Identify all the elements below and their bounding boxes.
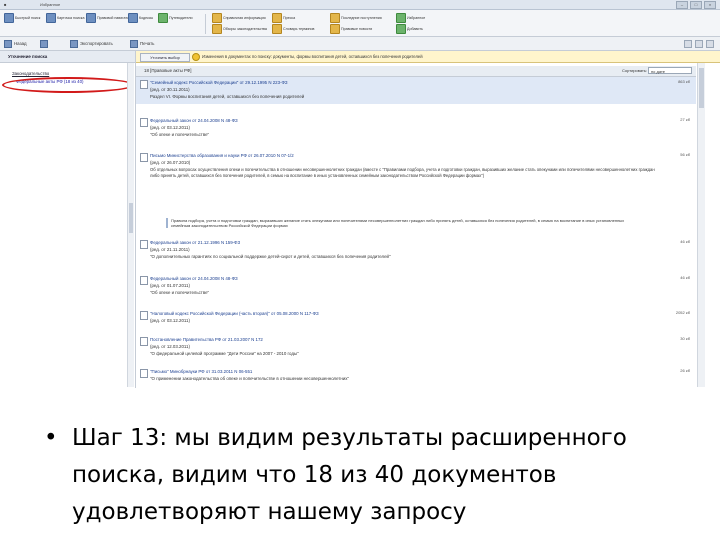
minimize-button[interactable]: – xyxy=(676,1,688,9)
search-icon xyxy=(4,13,14,23)
document-icon xyxy=(140,240,148,249)
refine-choice-button[interactable]: Уточнить выбор xyxy=(140,53,190,62)
tab-favorites[interactable]: Избранное xyxy=(40,2,60,7)
dictionary-icon xyxy=(272,24,282,34)
list-item[interactable]: "Письмо" Минобрнауки РФ от 31.03.2011 N … xyxy=(136,366,696,387)
scroll-thumb[interactable] xyxy=(699,68,704,108)
document-icon xyxy=(140,337,148,346)
navigation-toolbar: Назад Экспортировать Печать xyxy=(0,37,720,51)
caption-text: Шаг 13: мы видим результаты расширенного… xyxy=(72,425,627,525)
app-screenshot: ■ Избранное – □ × Быстрый поиск Карточка… xyxy=(0,0,720,388)
quick-search-button[interactable]: Быстрый поиск xyxy=(4,13,40,23)
forward-button[interactable] xyxy=(40,39,48,48)
list-item[interactable]: Федеральный закон от 21.12.1996 N 159-ФЗ… xyxy=(136,237,696,265)
add-button[interactable]: Добавить xyxy=(396,24,423,34)
latest-button[interactable]: Последние поступления xyxy=(330,13,382,23)
dictionary-button[interactable]: Словарь терминов xyxy=(272,24,314,34)
home-icon[interactable]: ■ xyxy=(4,2,6,7)
forward-arrow-icon xyxy=(40,39,48,48)
guides-button[interactable]: Путеводители xyxy=(158,13,192,23)
document-icon xyxy=(140,153,148,162)
document-icon xyxy=(140,276,148,285)
banner-text: Изменения в документах по поиску: докуме… xyxy=(202,54,423,59)
list-item[interactable]: "Семейный кодекс Российской Федерации" о… xyxy=(136,77,696,104)
help-icon[interactable] xyxy=(684,40,692,48)
list-title: 18 [Правовые акты РФ] xyxy=(144,68,192,73)
press-icon xyxy=(272,13,282,23)
info-banner: Уточнить выбор Изменения в документах по… xyxy=(136,51,720,63)
ribbon-toolbar: Быстрый поиск Карточка поиска Правовой н… xyxy=(0,10,720,37)
scroll-thumb[interactable] xyxy=(129,203,133,233)
left-scrollbar[interactable] xyxy=(127,63,134,387)
refine-search-panel: Уточнение поиска Законодательство Федера… xyxy=(0,51,136,388)
list-header: 18 [Правовые акты РФ] Сортировать: по да… xyxy=(136,66,696,77)
codes-icon xyxy=(128,13,138,23)
document-quote: Правила подбора, учета и подготовки граж… xyxy=(166,218,641,228)
list-item[interactable]: "Налоговый кодекс Российской Федерации (… xyxy=(136,308,696,330)
print-icon xyxy=(130,39,138,48)
navigator-icon xyxy=(86,13,96,23)
card-icon xyxy=(46,13,56,23)
document-summary: Об отдельных вопросах осуществления опек… xyxy=(150,167,655,178)
export-icon xyxy=(70,39,78,48)
document-icon xyxy=(140,118,148,127)
list-item[interactable]: Федеральный закон от 24.04.2008 N 48-ФЗ … xyxy=(136,273,696,301)
back-button[interactable]: Назад xyxy=(4,39,27,48)
window-controls: – □ × xyxy=(676,1,716,9)
reference-icon xyxy=(212,13,222,23)
press-button[interactable]: Пресса xyxy=(272,13,295,23)
guide-icon xyxy=(158,13,168,23)
bullet: • xyxy=(44,425,58,451)
document-icon xyxy=(140,311,148,320)
refine-search-header: Уточнение поиска xyxy=(0,51,135,63)
back-arrow-icon xyxy=(4,39,12,48)
legal-news-button[interactable]: Правовые новости xyxy=(330,24,372,34)
reference-info-button[interactable]: Справочная информация xyxy=(212,13,266,23)
document-icon xyxy=(140,369,148,378)
sort-select[interactable]: по дате xyxy=(648,67,692,74)
help-icons xyxy=(684,40,714,48)
legal-navigator-button[interactable]: Правовой навигатор xyxy=(86,13,131,23)
news-icon xyxy=(330,24,340,34)
add-icon xyxy=(396,24,406,34)
ribbon-separator xyxy=(205,14,206,34)
latest-icon xyxy=(330,13,340,23)
print-button[interactable]: Печать xyxy=(130,39,154,48)
reviews-icon xyxy=(212,24,222,34)
sort-label: Сортировать: xyxy=(622,68,648,73)
export-button[interactable]: Экспортировать xyxy=(70,39,113,48)
document-scrollbar[interactable] xyxy=(697,63,705,387)
codes-button[interactable]: Кодексы xyxy=(128,13,153,23)
star-icon xyxy=(396,13,406,23)
warning-icon xyxy=(192,53,200,61)
document-icon xyxy=(140,80,148,89)
favorites-button[interactable]: Избранное xyxy=(396,13,425,23)
document-list: "Семейный кодекс Российской Федерации" о… xyxy=(136,77,696,388)
legislation-group[interactable]: Законодательство xyxy=(12,71,49,76)
reviews-button[interactable]: Обзоры законодательства xyxy=(212,24,267,34)
search-card-button[interactable]: Карточка поиска xyxy=(46,13,84,23)
list-item[interactable]: Федеральный закон от 24.04.2008 N 48-ФЗ … xyxy=(136,115,696,139)
maximize-button[interactable]: □ xyxy=(690,1,702,9)
settings-icon[interactable] xyxy=(695,40,703,48)
list-item[interactable]: Постановление Правительства РФ от 21.03.… xyxy=(136,334,696,362)
highlight-ellipse xyxy=(2,77,134,93)
info-icon[interactable] xyxy=(706,40,714,48)
close-button[interactable]: × xyxy=(704,1,716,9)
title-bar: ■ Избранное – □ × xyxy=(0,0,720,10)
